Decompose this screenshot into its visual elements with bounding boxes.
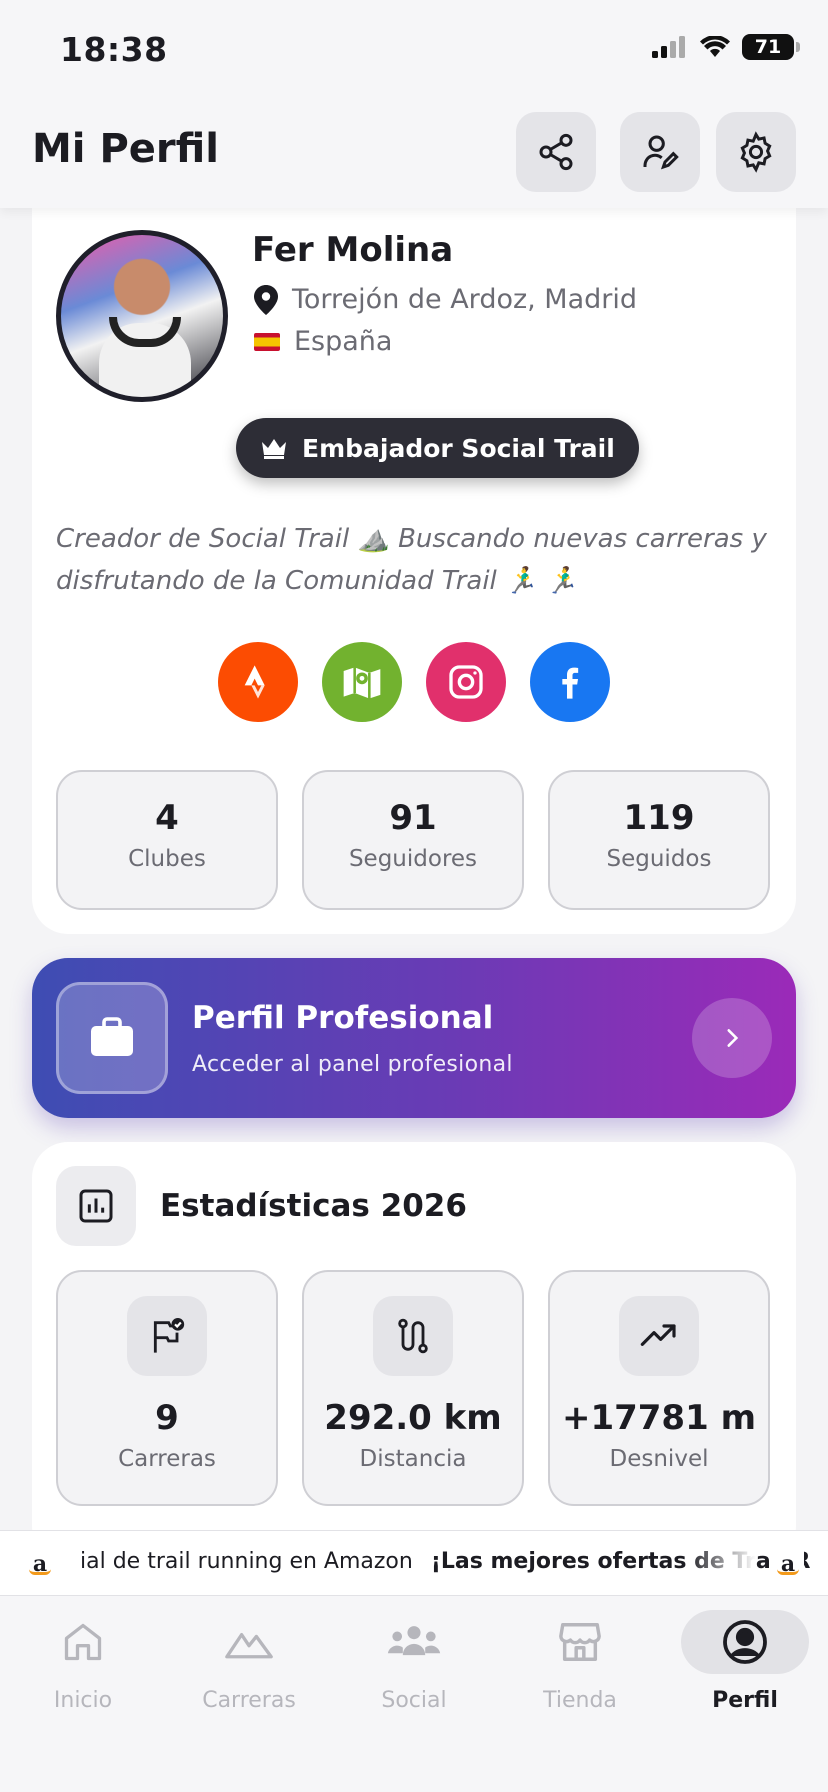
profile-country: España: [254, 326, 392, 357]
statistics-title: Estadísticas 2026: [160, 1188, 467, 1224]
followers-count[interactable]: 91 Seguidores: [302, 770, 524, 910]
people-icon: [354, 1610, 474, 1674]
amazon-logo-icon: a: [24, 1543, 56, 1583]
profile-bio: Creador de Social Trail ⛰️ Buscando nuev…: [56, 524, 767, 596]
tab-label: Carreras: [202, 1688, 296, 1713]
tab-label: Perfil: [712, 1688, 778, 1713]
tab-perfil[interactable]: Perfil: [662, 1610, 828, 1713]
stat-label: Distancia: [359, 1446, 467, 1472]
crown-icon: [262, 439, 286, 459]
wikiloc-map-icon: [343, 667, 381, 699]
chevron-right-icon[interactable]: [692, 998, 772, 1078]
stat-elevation: +17781 m Desnivel: [548, 1270, 770, 1506]
tab-label: Inicio: [53, 1688, 113, 1713]
location-text: Torrejón de Ardoz, Madrid: [292, 284, 638, 315]
battery-indicator: 71: [742, 34, 800, 60]
count-value: 91: [389, 798, 437, 838]
strava-button[interactable]: [218, 642, 298, 722]
count-label: Seguidos: [606, 846, 712, 872]
bottom-tab-bar: Inicio Carreras Social Tienda Perfil: [0, 1596, 828, 1792]
tab-inicio[interactable]: Inicio: [0, 1610, 166, 1713]
tab-label: Tienda: [543, 1688, 617, 1713]
statistics-card: Estadísticas 2026 9 Carreras 292.0 km Di…: [32, 1142, 796, 1562]
tab-tienda[interactable]: Tienda: [497, 1610, 663, 1713]
wikiloc-button[interactable]: [322, 642, 402, 722]
ambassador-badge: Embajador Social Trail: [236, 418, 639, 478]
location-pin-icon: [254, 284, 278, 315]
home-icon: [23, 1610, 143, 1674]
stat-distance: 292.0 km Distancia: [302, 1270, 524, 1506]
wifi-icon: [700, 36, 730, 57]
professional-profile-banner[interactable]: Perfil Profesional Acceder al panel prof…: [32, 958, 796, 1118]
status-time: 18:38: [60, 30, 168, 69]
profile-card: Fer Molina Torrejón de Ardoz, Madrid Esp…: [32, 180, 796, 934]
tab-social[interactable]: Social: [331, 1610, 497, 1713]
pro-title: Perfil Profesional: [192, 1000, 494, 1036]
pro-subtitle: Acceder al panel profesional: [192, 1052, 513, 1077]
flag-check-icon: [127, 1296, 207, 1376]
share-icon: [539, 133, 573, 171]
signal-icon: [652, 36, 685, 58]
status-icons: 71: [652, 34, 800, 60]
profile-counts: 4 Clubes 91 Seguidores 119 Seguidos: [56, 770, 770, 910]
country-text: España: [294, 326, 393, 357]
user-edit-icon: [643, 135, 679, 170]
bar-chart-icon: [56, 1166, 136, 1246]
following-count[interactable]: 119 Seguidos: [548, 770, 770, 910]
tab-carreras[interactable]: Carreras: [166, 1610, 332, 1713]
settings-button[interactable]: [716, 112, 796, 192]
facebook-button[interactable]: [530, 642, 610, 722]
share-button[interactable]: [516, 112, 596, 192]
stat-label: Carreras: [118, 1446, 216, 1472]
tab-label: Social: [381, 1688, 447, 1713]
briefcase-icon: [56, 982, 168, 1094]
trending-up-icon: [619, 1296, 699, 1376]
ticker-text-a: ial de trail running en Amazon: [80, 1549, 413, 1574]
statistics-row: 9 Carreras 292.0 km Distancia +17781 m D…: [56, 1270, 770, 1506]
mountain-icon: [189, 1610, 309, 1674]
profile-icon: [681, 1610, 809, 1674]
top-bar: 18:38 71 Mi Perfil: [0, 0, 828, 208]
instagram-button[interactable]: [426, 642, 506, 722]
social-links: [218, 642, 610, 722]
stat-value: 292.0 km: [324, 1398, 502, 1438]
stat-label: Desnivel: [609, 1446, 709, 1472]
strava-icon: [244, 665, 265, 699]
instagram-icon: [449, 665, 483, 699]
gear-icon: [740, 131, 772, 173]
spain-flag-icon: [254, 332, 280, 351]
stat-races: 9 Carreras: [56, 1270, 278, 1506]
route-icon: [373, 1296, 453, 1376]
ticker-fade: [686, 1531, 756, 1595]
count-value: 4: [155, 798, 179, 838]
amazon-ad-ticker[interactable]: a ial de trail running en Amazon ¡Las mej…: [0, 1530, 828, 1596]
badge-label: Embajador Social Trail: [302, 433, 615, 463]
stat-value: +17781 m: [561, 1398, 757, 1438]
edit-profile-button[interactable]: [620, 112, 700, 192]
amazon-logo-icon: a: [772, 1543, 804, 1583]
profile-location: Torrejón de Ardoz, Madrid: [254, 284, 637, 315]
page-title: Mi Perfil: [32, 126, 219, 172]
store-icon: [520, 1610, 640, 1674]
count-label: Clubes: [128, 846, 206, 872]
facebook-icon: [562, 667, 579, 699]
avatar[interactable]: [56, 230, 228, 402]
count-value: 119: [623, 798, 695, 838]
stat-value: 9: [155, 1398, 179, 1438]
profile-name: Fer Molina: [252, 230, 454, 270]
count-label: Seguidores: [348, 846, 478, 872]
clubs-count[interactable]: 4 Clubes: [56, 770, 278, 910]
